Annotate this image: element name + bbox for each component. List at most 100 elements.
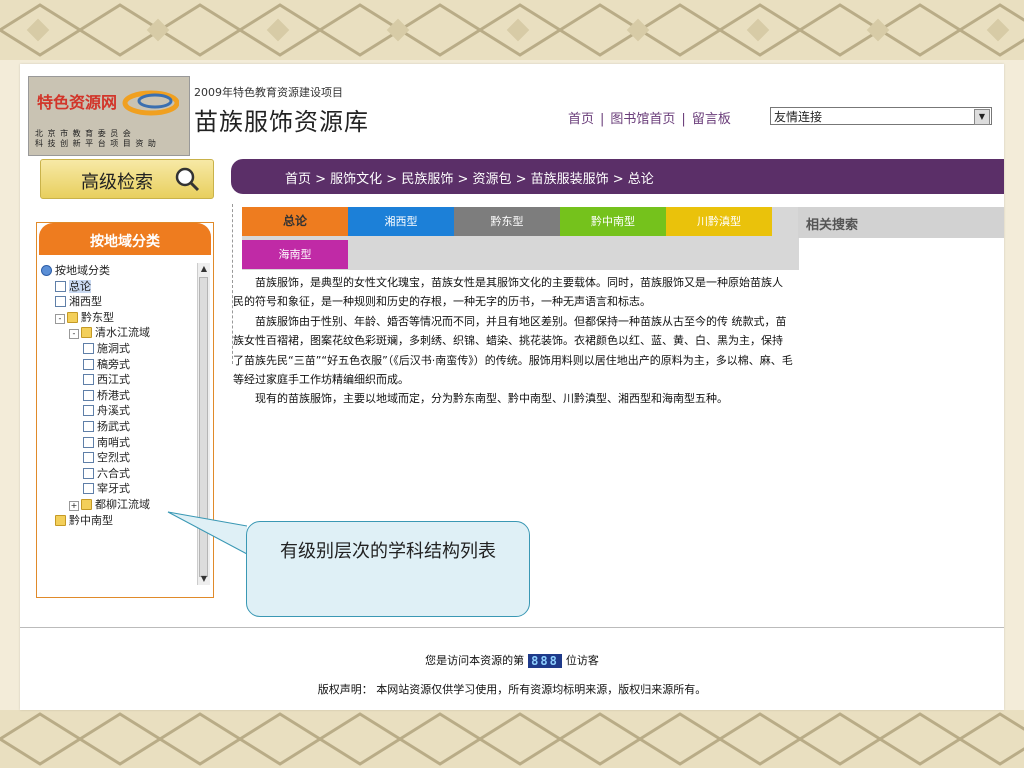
article-paragraph: 苗族服饰由于性别、年龄、婚否等情况而不同，并且有地区差别。但都保持一种苗族从古至… [233,314,793,387]
page-icon [83,420,94,432]
site-logo[interactable]: 特色资源网 北 京 市 教 育 委 员 会 科 技 创 新 平 台 项 目 资 … [28,76,190,156]
tab-label: 湘西型 [384,215,418,228]
tree-item-label: 西江式 [97,373,130,387]
tree-item[interactable]: 空烈式 [41,450,195,466]
scroll-up-icon[interactable]: ▲ [198,263,210,275]
folder-icon [55,514,66,526]
callout-pointer [167,511,248,555]
folder-icon [81,327,92,339]
tree-item-label: 清水江流域 [95,326,150,340]
tree-item-label: 舟溪式 [97,404,130,418]
tree-item-label: 都柳江流域 [95,497,150,511]
tree-item[interactable]: 施洞式 [41,341,195,357]
logo-swirl-icon [122,90,179,116]
panel-title: 按地域分类 [39,223,211,255]
tree-item-label: 宰牙式 [97,482,130,496]
tab-xiangxi[interactable]: 湘西型 [348,207,454,236]
pattern-bottom [0,712,1024,766]
tree-item[interactable]: 湘西型 [41,294,195,310]
nav-library-link[interactable]: 图书馆首页 [610,112,675,127]
tree-item[interactable]: 六合式 [41,466,195,482]
tree-item[interactable]: 扬武式 [41,419,195,435]
tab-general[interactable]: 总论 [242,207,348,236]
article-body: 苗族服饰，是典型的女性文化瑰宝，苗族女性是其服饰文化的主要载体。同时，苗族服饰又… [233,273,793,409]
tree-item-label: 按地域分类 [55,264,110,277]
page-icon [83,389,94,401]
page-icon [83,467,94,479]
page-icon [83,483,94,495]
logo-subtitle-line1: 北 京 市 教 育 委 员 会 [35,129,132,138]
magnifier-icon [175,167,200,192]
tree-item-label: 南哨式 [97,435,130,449]
logo-subtitle: 北 京 市 教 育 委 员 会 科 技 创 新 平 台 项 目 资 助 [35,129,157,149]
annotation-callout: 有级别层次的学科结构列表 [246,521,530,617]
tab-label: 黔中南型 [591,215,635,228]
tree-item[interactable]: 总论 [41,279,195,295]
page-icon [83,374,94,386]
page-icon [83,358,94,370]
advanced-search-label: 高级检索 [81,172,153,193]
tab-hainan[interactable]: 海南型 [242,240,348,269]
tree-item[interactable]: - 黔东型 [41,310,195,326]
web-page: 特色资源网 北 京 市 教 育 委 员 会 科 技 创 新 平 台 项 目 资 … [20,64,1004,710]
tab-label: 川黔滇型 [697,215,741,228]
nav-separator: | [600,112,605,127]
decorative-top-band [0,0,1024,60]
tree-item-label: 稿旁式 [97,357,130,371]
tab-label: 黔东型 [490,215,524,228]
page-icon [55,280,66,292]
tree-item-label: 总论 [69,279,91,293]
tree-item-label: 施洞式 [97,341,130,355]
page-icon [55,296,66,308]
nav-separator: | [681,112,686,127]
tab-qianzhongnan[interactable]: 黔中南型 [560,207,666,236]
article-paragraph: 现有的苗族服饰，主要以地域而定，分为黔东南型、黔中南型、川黔滇型、湘西型和海南型… [255,392,728,406]
dropdown-arrow-icon[interactable]: ▼ [974,109,990,125]
expand-icon[interactable]: + [69,500,79,511]
tree-item-label: 黔东型 [81,310,114,324]
folder-icon [67,311,78,323]
logo-brand-text: 特色资源网 [37,93,118,112]
tree-item[interactable]: 稿旁式 [41,357,195,373]
tree-item[interactable]: - 清水江流域 [41,325,195,341]
tab-qiandong[interactable]: 黔东型 [454,207,560,236]
decorative-bottom-band [0,710,1024,768]
callout-text: 有级别层次的学科结构列表 [280,541,496,562]
breadcrumb-bar: 首页 > 服饰文化 > 民族服饰 > 资源包 > 苗族服装服饰 > 总论 [231,159,1004,194]
tree-item-label: 六合式 [97,466,130,480]
collapse-icon[interactable]: - [55,313,65,324]
page-icon [83,452,94,464]
tree-item[interactable]: 西江式 [41,372,195,388]
project-line: 2009年特色教育资源建设项目 [194,86,343,99]
breadcrumb: 首页 > 服饰文化 > 民族服饰 > 资源包 > 苗族服装服饰 > 总论 [285,172,654,187]
page-icon [83,342,94,354]
footer-divider [20,627,1004,628]
nav-guestbook-link[interactable]: 留言板 [692,112,731,127]
related-search-header: 相关搜索 [798,207,1004,238]
tree-item-label: 空烈式 [97,451,130,465]
tree-item-label: 桥港式 [97,388,130,402]
tree-item[interactable]: 南哨式 [41,435,195,451]
tree-item[interactable]: 桥港式 [41,388,195,404]
top-nav: 首页 | 图书馆首页 | 留言板 [568,108,731,127]
nav-home-link[interactable]: 首页 [568,112,594,127]
counter-suffix: 位访客 [565,654,599,667]
article-paragraph: 苗族服饰，是典型的女性文化瑰宝，苗族女性是其服饰文化的主要载体。同时，苗族服饰又… [233,276,783,309]
related-search-label: 相关搜索 [806,218,859,233]
tree-item[interactable]: 按地域分类 [41,263,195,279]
tree-item[interactable]: 宰牙式 [41,481,195,497]
page-icon [83,405,94,417]
pattern-top [0,3,1024,57]
folder-icon [81,498,92,510]
visitor-counter-line: 您是访问本资源的第 888 位访客 [20,652,1004,668]
collapse-icon[interactable]: - [69,329,79,340]
tab-chuanqiandian[interactable]: 川黔滇型 [666,207,772,236]
advanced-search-button[interactable]: 高级检索 [40,159,214,199]
tree-item-label: 黔中南型 [69,513,113,527]
counter-prefix: 您是访问本资源的第 [425,654,525,667]
tree-item[interactable]: 舟溪式 [41,403,195,419]
tab-label: 总论 [282,214,307,228]
friend-links-value: 友情连接 [774,110,823,124]
tree-item-label: 扬武式 [97,419,130,433]
friend-links-select[interactable]: 友情连接 ▼ [770,107,992,125]
